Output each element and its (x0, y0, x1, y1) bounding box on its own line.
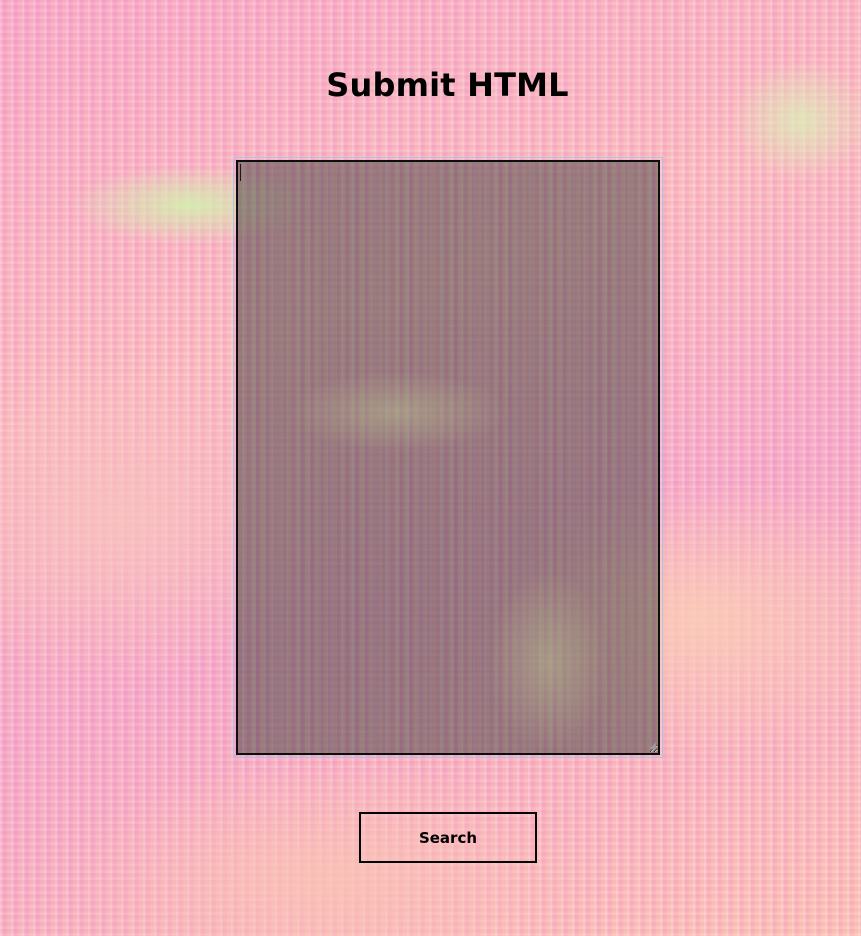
page-background: { "page": { "title": "Submit HTML" }, "e… (0, 0, 861, 936)
text-caret (240, 164, 241, 181)
search-button[interactable]: Search (359, 812, 537, 863)
page-title: Submit HTML (326, 66, 569, 104)
html-input-textarea[interactable] (236, 160, 660, 755)
html-editor-container: ◢ (233, 157, 663, 758)
